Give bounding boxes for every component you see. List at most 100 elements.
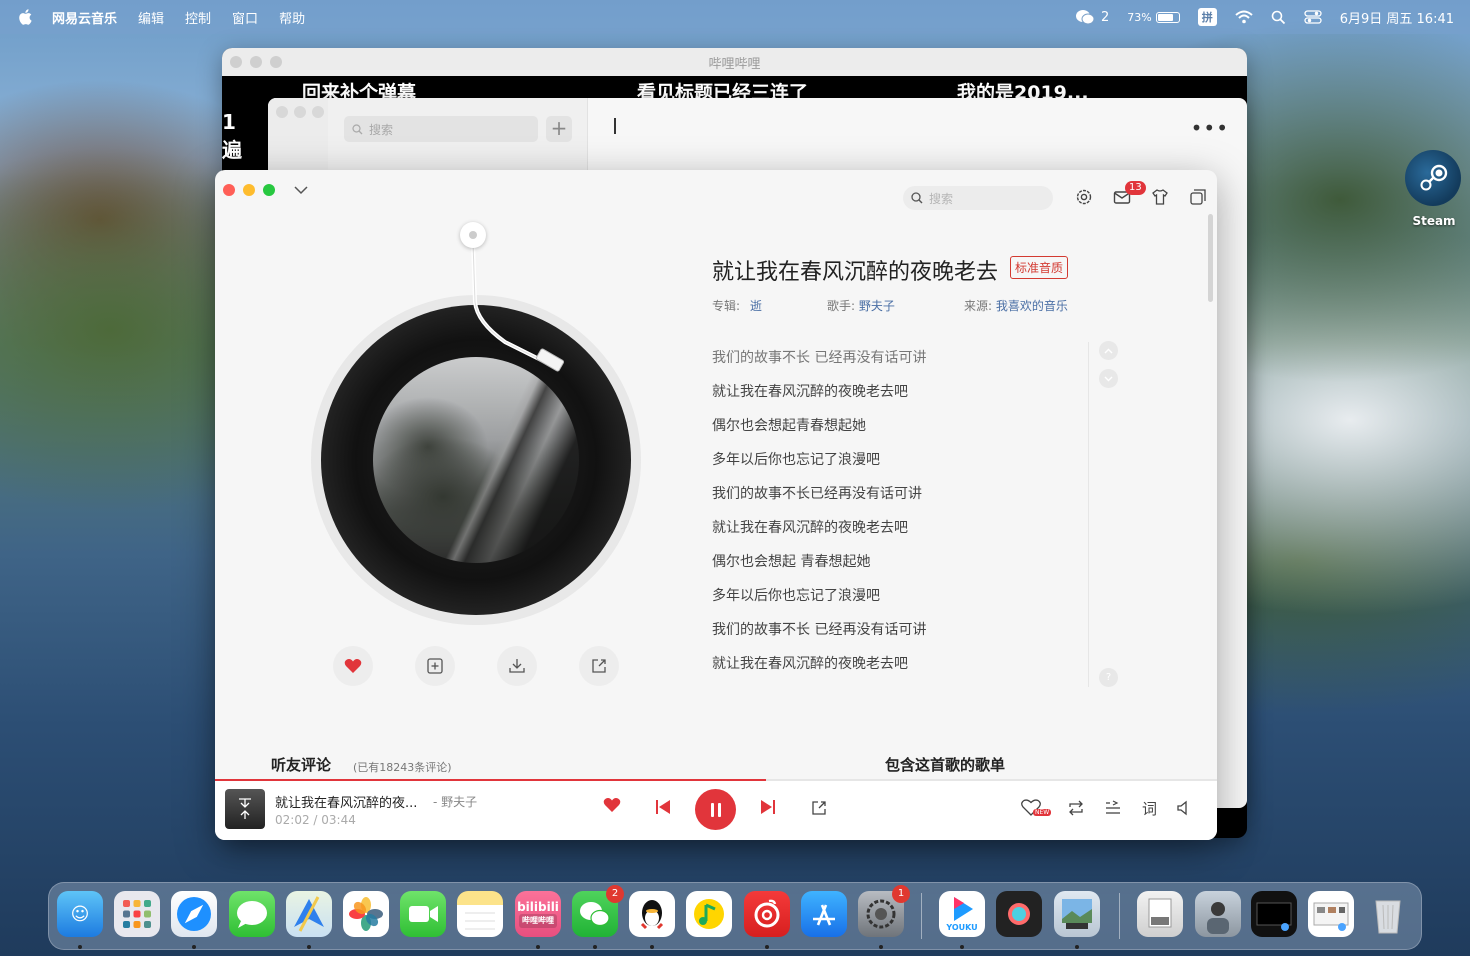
dock-preview[interactable] (1054, 891, 1100, 949)
player-search-input[interactable]: 搜索 (903, 186, 1053, 210)
next-track-icon[interactable] (760, 799, 776, 815)
finder-face-icon: ☺ (70, 903, 90, 925)
player-bottom-bar: 就让我在春风沉醉的夜... - 野夫子 02:02 / 03:44 NEW 词 (215, 781, 1217, 840)
dock-recent-webpage[interactable] (1308, 891, 1354, 937)
now-playing-title[interactable]: 就让我在春风沉醉的夜... (275, 792, 417, 811)
wechat-status-item[interactable]: 2 (1075, 9, 1109, 25)
more-options-button[interactable]: ••• (1191, 116, 1229, 140)
tonearm-icon (471, 241, 565, 372)
menu-help[interactable]: 帮助 (279, 8, 305, 27)
artist-link[interactable]: 野夫子 (859, 299, 895, 313)
dock-bilibili[interactable]: bilibili 哔哩哔哩 (515, 891, 561, 949)
messages-button[interactable]: 13 (1113, 181, 1146, 206)
settings-gear-icon[interactable] (1075, 188, 1093, 206)
menu-edit[interactable]: 编辑 (138, 8, 164, 27)
dock-running-indicator (879, 945, 883, 949)
mini-mode-icon[interactable] (1189, 188, 1207, 206)
menu-app-name[interactable]: 网易云音乐 (52, 8, 117, 27)
player-close-button[interactable] (223, 184, 235, 196)
dock-notes[interactable] (457, 891, 503, 937)
dock-messages[interactable] (229, 891, 275, 937)
control-center-icon[interactable] (1304, 10, 1322, 24)
library-minimize-button[interactable] (294, 106, 306, 118)
steam-desktop-shortcut[interactable]: Steam (1405, 150, 1463, 228)
add-button[interactable]: + (546, 116, 572, 142)
like-heart-icon[interactable] (603, 797, 621, 813)
menu-window[interactable]: 窗口 (232, 8, 258, 27)
now-playing-cover[interactable] (225, 789, 265, 829)
dock-system-preferences[interactable]: 1 (858, 885, 910, 949)
repeat-mode-icon[interactable] (1067, 800, 1085, 816)
person-thumbnail-icon (1207, 902, 1229, 934)
clock[interactable]: 6月9日 周五 16:41 (1340, 8, 1454, 27)
spotlight-search-icon[interactable] (1271, 10, 1286, 25)
chevron-down-icon (1104, 376, 1113, 381)
dock-safari[interactable] (171, 891, 217, 949)
now-playing-artist[interactable]: - 野夫子 (433, 793, 477, 810)
share-button[interactable] (579, 646, 619, 686)
lyric-scroll-up-button[interactable] (1099, 341, 1118, 360)
dock-recent-photo[interactable] (1195, 891, 1241, 937)
lyric-scroll-down-button[interactable] (1099, 369, 1118, 388)
source-link[interactable]: 我喜欢的音乐 (996, 299, 1068, 313)
player-scrollbar[interactable] (1208, 214, 1213, 302)
bilibili-logo-icon: bilibili 哔哩哔哩 (515, 891, 561, 937)
dock-netease-music[interactable] (744, 891, 790, 949)
download-button[interactable] (497, 646, 537, 686)
like-button[interactable] (333, 646, 373, 686)
dock-youku[interactable]: YOUKU (939, 891, 985, 949)
wifi-icon[interactable] (1235, 10, 1253, 24)
dock-photos[interactable] (343, 891, 389, 937)
player-minimize-button[interactable] (243, 184, 255, 196)
dock-separator (921, 893, 922, 939)
dock-finder[interactable]: ☺ (57, 891, 103, 949)
dock-screen-recorder[interactable] (996, 891, 1042, 937)
photos-flower-icon (349, 897, 383, 931)
player-zoom-button[interactable] (263, 184, 275, 196)
previous-track-icon[interactable] (655, 799, 671, 815)
album-link[interactable]: 逝 (750, 299, 762, 313)
playlist-queue-icon[interactable] (1105, 800, 1121, 816)
dock-trash[interactable] (1365, 891, 1411, 937)
qq-music-icon (694, 899, 724, 929)
qq-penguin-icon (640, 900, 664, 930)
lyric-help-button[interactable]: ? (1099, 668, 1118, 687)
dock-app-store[interactable] (801, 891, 847, 937)
add-to-playlist-button[interactable] (415, 646, 455, 686)
heartbeat-mode-button[interactable]: NEW (1021, 799, 1052, 821)
dock-recent-screenshot[interactable] (1251, 891, 1297, 937)
source-label: 来源: (964, 299, 993, 313)
input-method-indicator[interactable]: 拼 (1197, 8, 1217, 26)
dock-qq[interactable] (629, 891, 675, 949)
share-external-icon[interactable] (811, 800, 827, 816)
library-zoom-button[interactable] (312, 106, 324, 118)
webpage-thumbnail-icon (1313, 902, 1349, 931)
lyrics-toggle-button[interactable]: 词 (1142, 798, 1157, 819)
library-search-input[interactable]: 搜索 (344, 116, 538, 142)
collapse-chevron-icon[interactable] (293, 182, 309, 198)
dock-running-indicator (192, 945, 196, 949)
dock-launchpad[interactable] (114, 891, 160, 937)
pause-button[interactable] (695, 789, 736, 830)
dock-facetime[interactable] (400, 891, 446, 937)
dock-running-indicator (536, 945, 540, 949)
apple-menu-icon[interactable] (16, 7, 36, 27)
battery-status[interactable]: 73% (1127, 11, 1180, 24)
dark-window-thumbnail-icon (1256, 902, 1292, 931)
dock-downloads-stack[interactable] (1137, 891, 1183, 937)
lyrics-panel[interactable]: 我们的故事不长 已经再没有话可讲 就让我在春风沉醉的夜晚老去吧 偶尔也会想起青春… (712, 348, 1082, 678)
album-meta: 专辑: 逝 (712, 297, 762, 314)
source-meta: 来源: 我喜欢的音乐 (964, 297, 1068, 314)
quality-badge[interactable]: 标准音质 (1010, 256, 1069, 279)
dock-qq-music[interactable] (686, 891, 732, 937)
dock-maps[interactable] (286, 891, 332, 949)
search-icon (911, 192, 923, 204)
song-title: 就让我在春风沉醉的夜晚老去 (712, 260, 999, 285)
volume-icon[interactable] (1177, 800, 1191, 816)
dock-wechat[interactable]: 2 (572, 885, 624, 949)
comments-heading: 听友评论 (271, 756, 332, 774)
top-toolbar: 13 (1075, 181, 1207, 206)
skin-shirt-icon[interactable] (1151, 188, 1169, 206)
menu-control[interactable]: 控制 (185, 8, 211, 27)
library-close-button[interactable] (276, 106, 288, 118)
